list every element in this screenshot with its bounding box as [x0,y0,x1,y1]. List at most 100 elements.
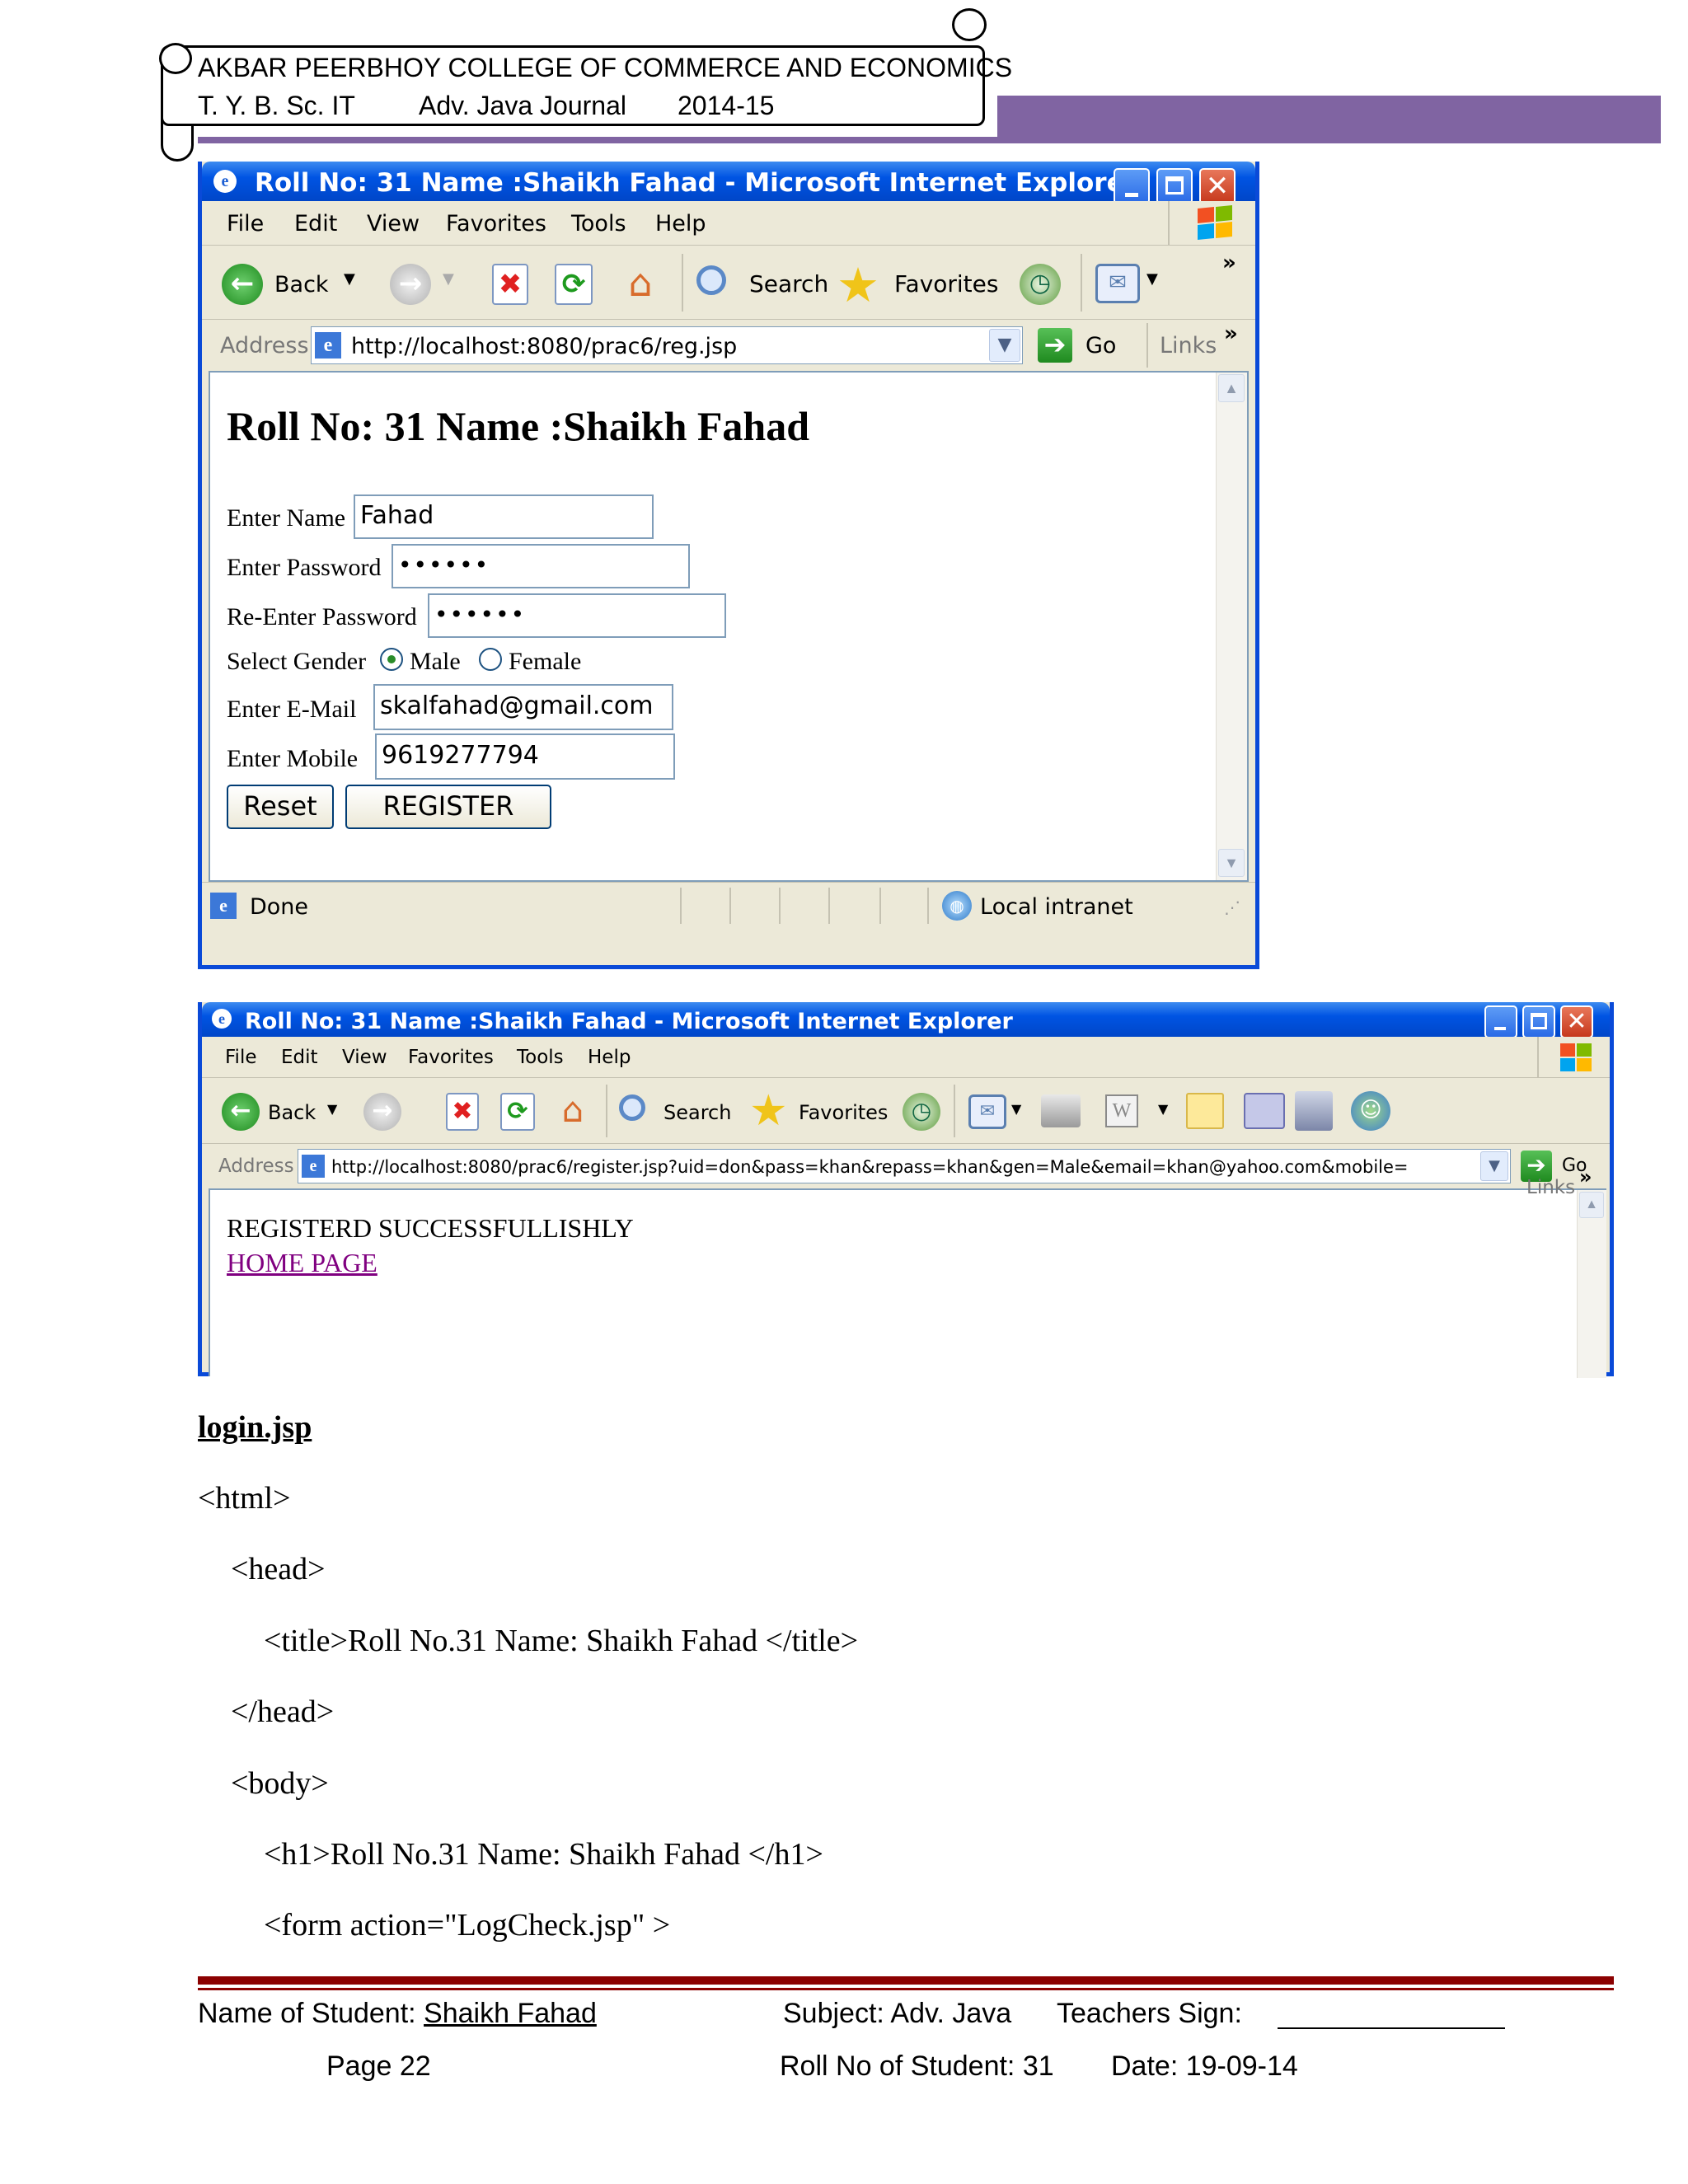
links-overflow-icon[interactable]: » [1224,321,1238,346]
history-icon-2[interactable]: ◷ [903,1093,940,1131]
favorites-button-2[interactable]: ★ Favorites [749,1086,898,1136]
links-button-2[interactable]: Links [1526,1177,1575,1198]
search-icon-2 [619,1094,645,1121]
minimize-icon-2 [1494,1027,1506,1030]
close-icon: ✕ [1205,170,1230,203]
header-accent-bar [997,96,1661,143]
address-input[interactable]: e http://localhost:8080/prac6/reg.jsp ▼ [311,326,1023,364]
ie-logo-icon: e [213,170,237,193]
vertical-scrollbar-2[interactable]: ▲ [1577,1190,1606,1378]
menu-edit-2[interactable]: Edit [281,1047,318,1068]
address-input-2[interactable]: e http://localhost:8080/prac6/register.j… [298,1149,1511,1183]
mail-dropdown-icon[interactable]: ▼ [1146,270,1158,288]
messenger-icon[interactable]: ☺ [1351,1091,1390,1131]
maximize-button-2[interactable] [1522,1005,1555,1038]
footer-subject: Subject: Adv. Java [783,1998,1012,2029]
close-button[interactable]: ✕ [1199,168,1236,204]
edit-word-icon[interactable]: W [1105,1094,1138,1127]
menu-tools-2[interactable]: Tools [517,1047,564,1068]
title-bar[interactable]: e Roll No: 31 Name :Shaikh Fahad - Micro… [202,162,1255,204]
register-button[interactable]: REGISTER [345,785,551,829]
menu-edit[interactable]: Edit [294,211,337,237]
back-dropdown-icon[interactable]: ▼ [344,270,355,288]
toolbar-overflow-icon[interactable]: » [1222,251,1236,275]
student-label-text: Name of Student: [198,1998,424,2029]
address-dropdown-icon-2[interactable]: ▼ [1480,1151,1508,1181]
menu-favorites-2[interactable]: Favorites [408,1047,494,1068]
scroll-curl-top-left [159,43,192,74]
favorites-star-icon: ★ [837,257,879,313]
windows-logo-icon [1198,204,1234,241]
note-icon[interactable] [1186,1093,1224,1129]
menu-file[interactable]: File [227,211,264,237]
scroll-up-icon[interactable]: ▲ [1218,374,1245,402]
email-input[interactable]: skalfahad@gmail.com [373,684,673,730]
back-label: Back [274,272,329,298]
mail-icon[interactable]: ✉ [1095,264,1140,303]
menu-view-2[interactable]: View [342,1047,387,1068]
history-icon[interactable]: ◷ [1020,264,1061,305]
title-bar-2[interactable]: e Roll No: 31 Name :Shaikh Fahad - Micro… [202,1002,1610,1038]
menu-file-2[interactable]: File [225,1047,257,1068]
mobile-input[interactable]: 9619277794 [375,733,675,780]
menu-favorites[interactable]: Favorites [446,211,546,237]
back-dropdown-icon-2[interactable]: ▼ [327,1101,337,1117]
menu-bar-2: File Edit View Favorites Tools Help [202,1037,1610,1078]
address-dropdown-icon[interactable]: ▼ [989,329,1020,362]
home-page-link[interactable]: HOME PAGE [227,1248,377,1278]
repassword-input[interactable]: •••••• [428,593,726,638]
refresh-icon-2[interactable]: ⟳ [500,1093,535,1131]
journal-subject: Adv. Java Journal [419,91,626,120]
vertical-scrollbar[interactable]: ▲ ▼ [1216,373,1247,880]
home-icon[interactable]: ⌂ [617,260,663,305]
search-button-2[interactable]: Search [619,1091,734,1132]
menu-separator [1168,201,1170,246]
status-bar: e Done ◍ Local intranet ⋰ [202,882,1255,928]
scroll-up-icon-2[interactable]: ▲ [1579,1192,1604,1218]
minimize-button-2[interactable] [1484,1005,1517,1038]
page-heading: Roll No: 31 Name :Shaikh Fahad [227,403,810,449]
status-divider-6 [927,888,929,924]
links-overflow-icon-2[interactable]: » [1579,1165,1592,1188]
search-button[interactable]: Search [695,260,828,307]
forward-arrow-icon[interactable]: → [390,264,431,305]
close-icon-2: ✕ [1566,1007,1587,1036]
maximize-icon [1165,176,1184,194]
forward-dropdown-icon[interactable]: ▼ [443,270,454,288]
mail-dropdown-icon-2[interactable]: ▼ [1011,1101,1021,1117]
resize-grip-icon[interactable]: ⋰ [1224,898,1240,917]
refresh-icon[interactable]: ⟳ [555,264,593,305]
print-icon[interactable] [1041,1094,1081,1127]
password-input[interactable]: •••••• [392,544,690,588]
links-button[interactable]: Links [1160,333,1217,359]
name-input[interactable]: Fahad [354,494,654,539]
go-button[interactable]: Go [1085,333,1116,359]
menu-view[interactable]: View [367,211,420,237]
back-button[interactable]: ← Back ▼ [222,264,355,305]
mail-icon-2[interactable]: ✉ [968,1094,1006,1129]
close-button-2[interactable]: ✕ [1560,1005,1593,1038]
gender-male-radio[interactable] [380,648,403,671]
research-icon[interactable] [1295,1091,1333,1131]
home-icon-2[interactable]: ⌂ [551,1090,594,1131]
status-divider-4 [828,888,830,924]
favorites-star-icon-2: ★ [749,1086,788,1136]
menu-help[interactable]: Help [655,211,706,237]
stop-icon-2[interactable]: ✖ [446,1093,479,1131]
reset-button[interactable]: Reset [227,785,334,829]
maximize-button[interactable] [1156,168,1193,204]
scroll-down-icon[interactable]: ▼ [1218,849,1245,877]
gender-female-radio[interactable] [479,648,502,671]
favorites-button[interactable]: ★ Favorites [837,257,1001,313]
messenger-window-icon[interactable] [1244,1093,1285,1129]
menu-help-2[interactable]: Help [588,1047,631,1068]
go-arrow-icon[interactable]: ➔ [1038,328,1072,363]
back-button-2[interactable]: ← Back ▼ [222,1093,337,1131]
gender-male-label: Male [410,648,461,675]
minimize-button[interactable] [1114,168,1150,204]
edit-dropdown-icon[interactable]: ▼ [1158,1101,1168,1117]
scroll-curl-top-right [952,8,987,41]
menu-tools[interactable]: Tools [571,211,626,237]
stop-icon[interactable]: ✖ [492,264,528,305]
forward-arrow-icon-2[interactable]: → [363,1093,401,1131]
